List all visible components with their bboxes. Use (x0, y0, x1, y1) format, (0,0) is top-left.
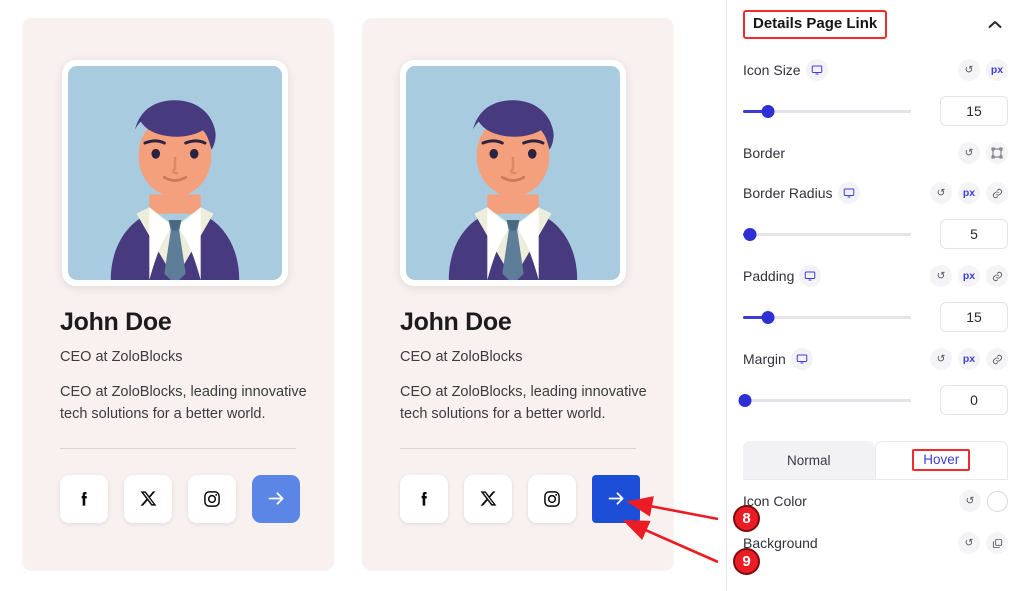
unit-px-button[interactable]: px (958, 182, 980, 204)
member-bio: CEO at ZoloBlocks, leading innovative te… (400, 384, 647, 423)
facebook-icon[interactable] (400, 474, 448, 523)
x-twitter-icon[interactable] (464, 474, 512, 523)
tab-hover-highlight: Hover (912, 449, 971, 471)
reset-icon[interactable]: ↺ (930, 265, 952, 287)
social-links (60, 474, 308, 523)
desktop-icon[interactable] (837, 182, 860, 204)
prop-label: Background (743, 535, 818, 551)
slider-thumb[interactable] (738, 393, 752, 407)
instagram-icon[interactable] (188, 474, 236, 523)
link-icon[interactable] (986, 182, 1008, 204)
unit-px-button[interactable]: px (958, 265, 980, 287)
unit-px-button[interactable]: px (986, 59, 1008, 81)
card-divider (60, 447, 296, 449)
details-page-link-button[interactable] (252, 474, 300, 523)
reset-icon[interactable]: ↺ (930, 348, 952, 370)
chevron-up-icon[interactable] (982, 13, 1008, 36)
arrow-right-icon (608, 492, 623, 506)
control-label: Margin (743, 351, 786, 367)
team-member-card[interactable]: John Doe CEO at ZoloBlocks CEO at ZoloBl… (362, 18, 674, 571)
margin-input[interactable]: 0 (940, 385, 1008, 415)
details-page-link-button-hover[interactable] (592, 474, 640, 523)
settings-panel: Details Page Link Icon Size ↺ px 15 Bord… (727, 0, 1024, 591)
member-name: John Doe (400, 308, 512, 336)
control-padding: Padding ↺ px 15 (743, 249, 1008, 332)
desktop-icon[interactable] (805, 59, 828, 81)
desktop-icon[interactable] (790, 348, 813, 370)
color-swatch[interactable] (987, 490, 1008, 512)
avatar-illustration (406, 66, 620, 280)
control-icon-size: Icon Size ↺ px 15 (743, 43, 1008, 126)
control-label: Padding (743, 268, 795, 284)
border-radius-slider[interactable] (743, 226, 911, 242)
preview-canvas: John Doe CEO at ZoloBlocks CEO at ZoloBl… (0, 0, 727, 591)
reset-icon[interactable]: ↺ (958, 59, 980, 81)
panel-title-highlight: Details Page Link (743, 10, 888, 39)
control-border-radius: Border Radius ↺ px 5 (743, 166, 1008, 249)
state-tabs: Normal Hover (743, 441, 1008, 480)
avatar (400, 60, 626, 286)
x-twitter-icon[interactable] (124, 474, 172, 523)
margin-slider[interactable] (738, 392, 911, 408)
control-border: Border ↺ (743, 126, 1008, 166)
panel-header: Details Page Link (743, 0, 1008, 43)
prop-background: Background ↺ (743, 522, 1008, 564)
social-links (400, 474, 648, 523)
slider-thumb[interactable] (761, 310, 775, 324)
avatar (62, 60, 288, 286)
slider-track (743, 398, 911, 402)
control-label: Border (743, 145, 786, 161)
icon-size-input[interactable]: 15 (940, 96, 1008, 126)
tab-hover[interactable]: Hover (874, 441, 1008, 479)
slider-thumb[interactable] (761, 104, 775, 118)
control-label: Icon Size (743, 62, 801, 78)
padding-slider[interactable] (743, 309, 911, 325)
link-icon[interactable] (986, 348, 1008, 370)
control-margin: Margin ↺ px 0 (738, 332, 1008, 415)
member-name: John Doe (60, 308, 172, 336)
control-label: Border Radius (743, 185, 833, 201)
slider-thumb[interactable] (743, 227, 757, 241)
prop-label: Icon Color (743, 493, 807, 509)
arrow-right-icon (268, 492, 283, 506)
avatar-illustration (68, 66, 282, 280)
app-root: John Doe CEO at ZoloBlocks CEO at ZoloBl… (0, 0, 1024, 591)
reset-icon[interactable]: ↺ (958, 532, 980, 554)
slider-track (743, 232, 911, 236)
reset-icon[interactable]: ↺ (959, 490, 981, 512)
reset-icon[interactable]: ↺ (930, 182, 952, 204)
unit-px-button[interactable]: px (958, 348, 980, 370)
tab-normal[interactable]: Normal (743, 441, 875, 479)
card-divider (400, 447, 636, 449)
member-role: CEO at ZoloBlocks (400, 349, 523, 365)
member-bio: CEO at ZoloBlocks, leading innovative te… (60, 384, 307, 423)
layers-icon[interactable] (986, 532, 1008, 554)
facebook-icon[interactable] (60, 474, 108, 523)
border-frame-icon[interactable] (986, 142, 1008, 164)
icon-size-slider[interactable] (743, 103, 911, 119)
border-radius-input[interactable]: 5 (940, 219, 1008, 249)
instagram-icon[interactable] (528, 474, 576, 523)
padding-input[interactable]: 15 (940, 302, 1008, 332)
page-title: Details Page Link (753, 15, 878, 32)
prop-icon-color: Icon Color ↺ (743, 480, 1008, 522)
member-role: CEO at ZoloBlocks (60, 349, 183, 365)
desktop-icon[interactable] (799, 265, 822, 287)
reset-icon[interactable]: ↺ (958, 142, 980, 164)
link-icon[interactable] (986, 265, 1008, 287)
team-member-card[interactable]: John Doe CEO at ZoloBlocks CEO at ZoloBl… (22, 18, 334, 571)
